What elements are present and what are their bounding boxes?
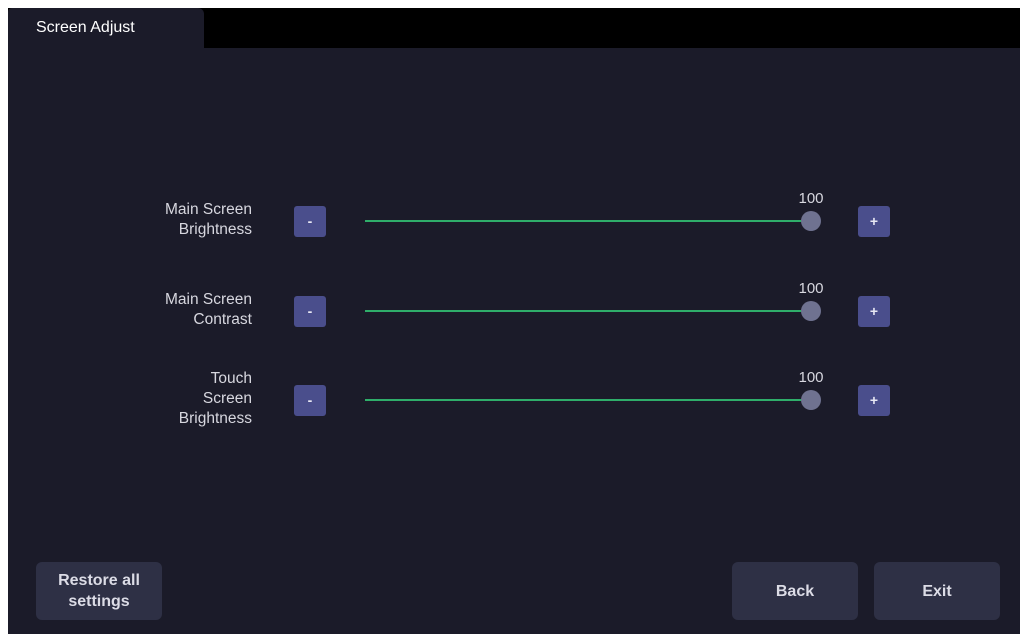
screen-adjust-panel: Screen Adjust Main Screen Brightness - 1… <box>8 8 1020 634</box>
slider-track[interactable] <box>365 399 811 401</box>
setting-label: Main Screen Brightness <box>164 201 252 238</box>
setting-row-main-screen-contrast: Main Screen Contrast - 100 + <box>8 270 1020 350</box>
decrement-button[interactable]: - <box>294 296 326 327</box>
slider-value: 100 <box>798 369 824 386</box>
setting-row-main-screen-brightness: Main Screen Brightness - 100 + <box>8 180 1020 260</box>
decrement-button[interactable]: - <box>294 385 326 416</box>
exit-button[interactable]: Exit <box>874 562 1000 620</box>
setting-label: Main Screen Contrast <box>164 291 252 328</box>
tab-bar: Screen Adjust <box>8 8 1020 48</box>
setting-label: Touch Screen Brightness <box>178 370 252 427</box>
restore-all-settings-button[interactable]: Restore all settings <box>36 562 162 620</box>
slider-value: 100 <box>798 190 824 207</box>
slider-thumb[interactable] <box>801 211 821 231</box>
back-button[interactable]: Back <box>732 562 858 620</box>
increment-button[interactable]: + <box>858 296 890 327</box>
decrement-button[interactable]: - <box>294 206 326 237</box>
slider-track[interactable] <box>365 310 811 312</box>
increment-button[interactable]: + <box>858 206 890 237</box>
slider-thumb[interactable] <box>801 390 821 410</box>
setting-row-touch-screen-brightness: Touch Screen Brightness - 100 + <box>8 359 1020 439</box>
tab-label: Screen Adjust <box>36 19 135 36</box>
slider-value: 100 <box>798 280 824 297</box>
increment-button[interactable]: + <box>858 385 890 416</box>
tab-screen-adjust[interactable]: Screen Adjust <box>8 8 204 48</box>
slider-thumb[interactable] <box>801 301 821 321</box>
slider-track[interactable] <box>365 220 811 222</box>
